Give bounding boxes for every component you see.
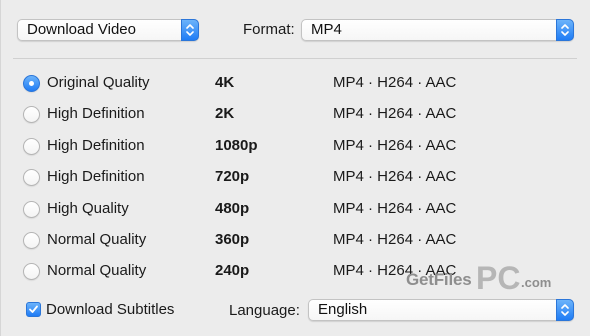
quality-format: MP4 · H264 · AAC xyxy=(333,200,457,217)
quality-resolution: 4K xyxy=(215,74,235,91)
quality-label: Normal Quality xyxy=(47,231,147,248)
quality-format: MP4 · H264 · AAC xyxy=(333,231,457,248)
quality-resolution: 2K xyxy=(215,105,235,122)
checkmark-icon xyxy=(29,305,38,313)
quality-label: High Definition xyxy=(47,105,145,122)
mode-popup[interactable]: Download Video xyxy=(17,19,199,41)
quality-label: Normal Quality xyxy=(47,262,147,279)
quality-label: High Definition xyxy=(47,168,145,185)
radio-button[interactable] xyxy=(23,106,40,123)
download-options-panel: Download Video Format: MP4 Original Qual… xyxy=(0,0,590,336)
radio-button-selected[interactable] xyxy=(23,75,40,92)
format-popup[interactable]: MP4 xyxy=(301,19,574,41)
format-popup-value: MP4 xyxy=(311,21,342,38)
radio-button[interactable] xyxy=(23,263,40,280)
quality-row[interactable]: Original Quality 4K MP4 · H264 · AAC xyxy=(23,74,483,96)
radio-button[interactable] xyxy=(23,201,40,218)
quality-resolution: 480p xyxy=(215,200,250,217)
format-label: Format: xyxy=(243,21,295,38)
language-popup-stepper[interactable] xyxy=(556,299,574,321)
quality-resolution: 720p xyxy=(215,168,250,185)
quality-format: MP4 · H264 · AAC xyxy=(333,105,457,122)
quality-label: Original Quality xyxy=(47,74,150,91)
quality-label: High Quality xyxy=(47,200,129,217)
radio-button[interactable] xyxy=(23,138,40,155)
chevron-up-down-icon xyxy=(186,24,194,36)
radio-button[interactable] xyxy=(23,232,40,249)
quality-format: MP4 · H264 · AAC xyxy=(333,262,457,279)
language-popup-value: English xyxy=(318,301,368,318)
quality-row[interactable]: High Definition 2K MP4 · H264 · AAC xyxy=(23,105,483,127)
mode-popup-value: Download Video xyxy=(27,21,136,38)
quality-row[interactable]: High Definition 1080p MP4 · H264 · AAC xyxy=(23,137,483,159)
watermark-text: .com xyxy=(521,275,552,290)
download-subtitles-label[interactable]: Download Subtitles xyxy=(46,301,174,318)
divider xyxy=(13,58,577,59)
quality-row[interactable]: Normal Quality 240p MP4 · H264 · AAC xyxy=(23,262,483,284)
chevron-up-down-icon xyxy=(561,304,569,316)
quality-format: MP4 · H264 · AAC xyxy=(333,137,457,154)
quality-row[interactable]: Normal Quality 360p MP4 · H264 · AAC xyxy=(23,231,483,253)
download-subtitles-checkbox[interactable] xyxy=(26,302,41,317)
quality-row[interactable]: High Quality 480p MP4 · H264 · AAC xyxy=(23,200,483,222)
quality-resolution: 240p xyxy=(215,262,250,279)
radio-button[interactable] xyxy=(23,169,40,186)
quality-format: MP4 · H264 · AAC xyxy=(333,74,457,91)
format-popup-stepper[interactable] xyxy=(556,19,574,41)
quality-label: High Definition xyxy=(47,137,145,154)
language-label: Language: xyxy=(229,302,300,319)
quality-resolution: 360p xyxy=(215,231,250,248)
quality-format: MP4 · H264 · AAC xyxy=(333,168,457,185)
mode-popup-stepper[interactable] xyxy=(181,19,199,41)
chevron-up-down-icon xyxy=(561,24,569,36)
language-popup[interactable]: English xyxy=(308,299,574,321)
quality-resolution: 1080p xyxy=(215,137,258,154)
quality-row[interactable]: High Definition 720p MP4 · H264 · AAC xyxy=(23,168,483,190)
